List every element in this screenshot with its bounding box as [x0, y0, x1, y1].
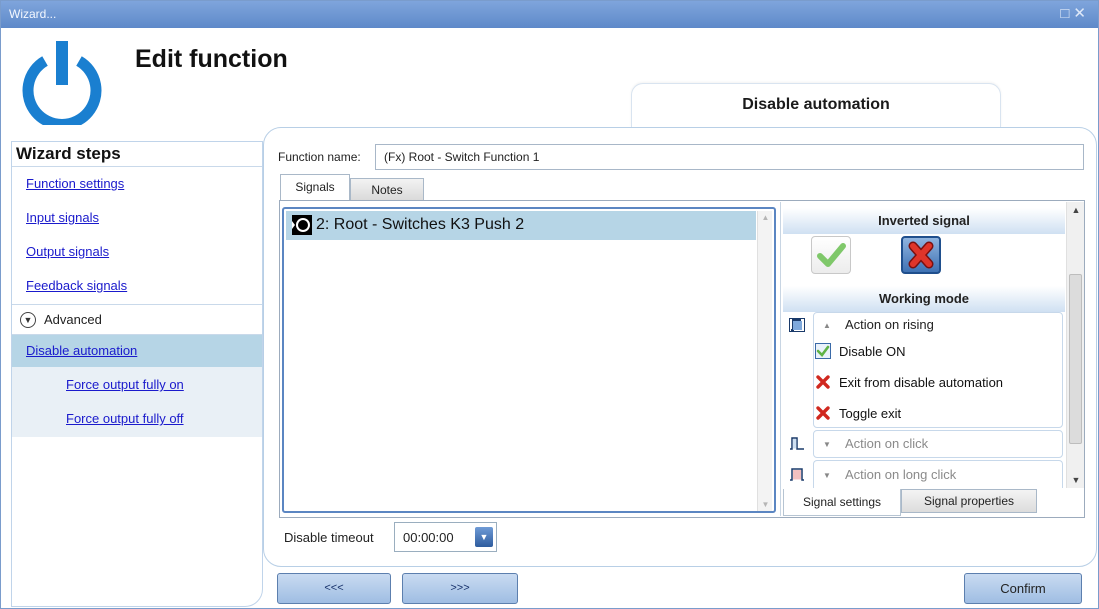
checked-checkbox-icon	[815, 343, 831, 359]
signal-label: 2: Root - Switches K3 Push 2	[316, 216, 525, 233]
signals-tab-content: 2: Root - Switches K3 Push 2 ▲ ▼ Inverte…	[279, 200, 1085, 518]
step-output-signals[interactable]: Output signals	[26, 244, 109, 259]
advanced-toggle[interactable]: ▼ Advanced	[12, 304, 262, 335]
signal-properties-panel: Inverted signal Working mode ▲ Action on…	[780, 202, 1084, 516]
window-title: Wizard...	[9, 7, 57, 21]
wizard-window: Wizard... □✕ Edit function Disable autom…	[0, 0, 1099, 609]
confirm-button[interactable]: Confirm	[964, 573, 1082, 604]
previous-button[interactable]: <<<	[277, 573, 391, 604]
cross-icon	[816, 375, 830, 389]
tab-signals[interactable]: Signals	[280, 174, 350, 203]
chevron-down-icon: ▼	[20, 312, 36, 328]
rising-edge-icon	[789, 318, 805, 332]
step-function-settings[interactable]: Function settings	[26, 176, 124, 191]
power-icon	[22, 41, 102, 125]
function-type-label: Disable automation	[742, 96, 890, 113]
option-exit-disable-label: Exit from disable automation	[839, 375, 1004, 390]
action-on-long-click-label: Action on long click	[845, 467, 957, 482]
action-on-click-label: Action on click	[845, 436, 929, 451]
action-on-rising-header[interactable]: ▲ Action on rising	[823, 317, 934, 332]
step-force-output-fully-off[interactable]: Force output fully off	[66, 411, 184, 426]
step-disable-automation[interactable]: Disable automation	[26, 343, 137, 358]
long-click-edge-icon	[790, 468, 804, 481]
click-edge-icon	[790, 437, 804, 450]
scroll-down-icon[interactable]: ▼	[1067, 475, 1085, 485]
inverted-button[interactable]	[901, 236, 941, 274]
maximize-icon[interactable]: □	[1060, 5, 1073, 22]
function-type-tab: Disable automation	[631, 83, 1001, 127]
title-bar: Wizard... □✕	[1, 1, 1098, 28]
function-name-label: Function name:	[278, 150, 361, 164]
step-disable-automation-row[interactable]: Disable automation	[12, 335, 262, 367]
scroll-up-icon[interactable]: ▲	[1067, 205, 1085, 215]
chevron-down-icon: ▼	[823, 440, 831, 449]
inverted-signal-header: Inverted signal	[783, 208, 1065, 234]
disable-timeout-field[interactable]: 00:00:00 ▼	[394, 522, 497, 552]
check-icon	[817, 243, 846, 267]
option-toggle-exit-label: Toggle exit	[839, 406, 902, 421]
step-input-signals[interactable]: Input signals	[26, 210, 99, 225]
action-on-long-click-header[interactable]: ▼ Action on long click	[823, 467, 956, 482]
signal-list-scrollbar[interactable]: ▲ ▼	[757, 211, 772, 511]
chevron-down-icon[interactable]: ▼	[475, 527, 493, 547]
cross-icon	[816, 406, 830, 420]
wizard-steps-title: Wizard steps	[16, 144, 121, 163]
divider	[12, 166, 262, 167]
advanced-label: Advanced	[44, 312, 102, 327]
tab-signal-properties[interactable]: Signal properties	[901, 489, 1037, 513]
disable-timeout-label: Disable timeout	[284, 530, 374, 545]
page-title: Edit function	[135, 45, 288, 73]
scroll-down-icon[interactable]: ▼	[758, 500, 773, 509]
scroll-up-icon[interactable]: ▲	[758, 213, 773, 222]
option-disable-on-label: Disable ON	[839, 344, 906, 359]
tab-notes[interactable]: Notes	[350, 178, 424, 201]
working-mode-header: Working mode	[783, 286, 1065, 312]
not-inverted-button[interactable]	[811, 236, 851, 274]
next-button[interactable]: >>>	[402, 573, 518, 604]
chevron-down-icon: ▼	[823, 471, 831, 480]
close-icon[interactable]: ✕	[1073, 5, 1090, 22]
disable-timeout-value: 00:00:00	[403, 530, 454, 545]
action-on-click-header[interactable]: ▼ Action on click	[823, 436, 928, 451]
push-button-signal-icon	[292, 215, 312, 235]
action-on-rising-label: Action on rising	[845, 317, 934, 332]
signal-row[interactable]: 2: Root - Switches K3 Push 2	[286, 211, 756, 240]
tab-signal-settings[interactable]: Signal settings	[783, 489, 901, 516]
sub-steps-area: Force output fully on Force output fully…	[12, 367, 262, 437]
step-force-output-fully-on[interactable]: Force output fully on	[66, 377, 184, 392]
step-feedback-signals[interactable]: Feedback signals	[26, 278, 127, 293]
signal-list[interactable]: 2: Root - Switches K3 Push 2 ▲ ▼	[282, 207, 776, 513]
chevron-up-icon: ▲	[823, 321, 831, 330]
window-controls: □✕	[1060, 4, 1090, 22]
cross-icon	[908, 241, 934, 269]
properties-scrollbar[interactable]: ▲ ▼	[1066, 202, 1084, 488]
function-name-input[interactable]: (Fx) Root - Switch Function 1	[375, 144, 1084, 170]
scrollbar-thumb[interactable]	[1069, 274, 1082, 444]
wizard-steps-panel: Wizard steps Function settings Input sig…	[11, 141, 263, 607]
main-panel: Function name: (Fx) Root - Switch Functi…	[263, 127, 1097, 567]
